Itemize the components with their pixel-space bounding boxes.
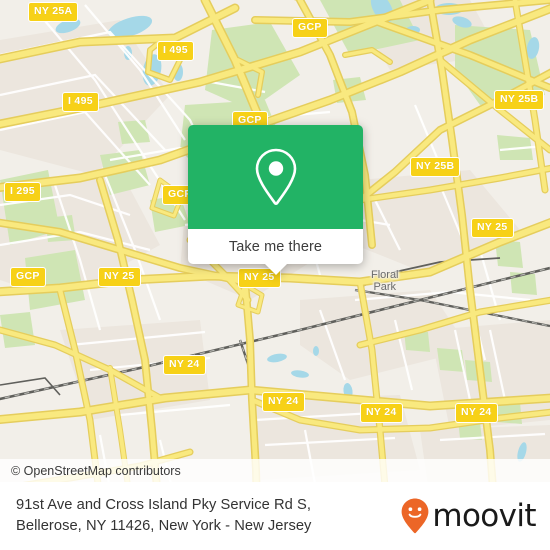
moovit-wordmark: moovit bbox=[432, 497, 536, 534]
osm-attribution-text: © OpenStreetMap contributors bbox=[11, 463, 181, 478]
highway-shield: NY 24 bbox=[360, 403, 403, 423]
popup-pin-area bbox=[188, 125, 363, 229]
address-block: 91st Ave and Cross Island Pky Service Rd… bbox=[16, 495, 311, 537]
highway-shield: I 295 bbox=[4, 182, 41, 202]
take-me-there-button[interactable]: Take me there bbox=[188, 229, 363, 275]
highway-shield: NY 25B bbox=[494, 90, 545, 110]
location-pin-icon bbox=[255, 148, 296, 206]
highway-shield: NY 25 bbox=[98, 267, 141, 287]
highway-shield: NY 24 bbox=[455, 403, 498, 423]
footer-bar: 91st Ave and Cross Island Pky Service Rd… bbox=[0, 482, 550, 550]
highway-shield: GCP bbox=[10, 267, 46, 287]
location-popup-card[interactable]: Take me there bbox=[188, 125, 363, 275]
map-attribution-bar: © OpenStreetMap contributors bbox=[0, 459, 550, 482]
highway-shield: NY 25B bbox=[410, 157, 461, 177]
address-line-1: 91st Ave and Cross Island Pky Service Rd… bbox=[16, 497, 311, 513]
highway-shield: NY 25A bbox=[28, 2, 79, 22]
highway-shield: NY 24 bbox=[163, 355, 206, 375]
place-label: Floral Park bbox=[371, 269, 399, 293]
place-label-line-1: Floral bbox=[371, 269, 399, 281]
map-screenshot: NY 25A GCP I 495 I 495 NY 25B GCP NY 25B I 295 G… bbox=[0, 0, 550, 550]
highway-shield: NY 24 bbox=[262, 392, 305, 412]
take-me-there-label: Take me there bbox=[228, 238, 323, 255]
highway-shield: I 495 bbox=[62, 92, 99, 112]
address-line-2: Bellerose, NY 11426, New York - New Jers… bbox=[16, 518, 312, 534]
place-label-line-2: Park bbox=[373, 280, 397, 293]
highway-shield: GCP bbox=[292, 18, 328, 38]
moovit-smiley-pin-icon bbox=[401, 498, 429, 534]
moovit-logo[interactable]: moovit bbox=[400, 497, 537, 535]
highway-shield: NY 25 bbox=[471, 218, 514, 238]
popup-pointer-tip bbox=[264, 264, 287, 275]
highway-shield: I 495 bbox=[157, 41, 194, 61]
